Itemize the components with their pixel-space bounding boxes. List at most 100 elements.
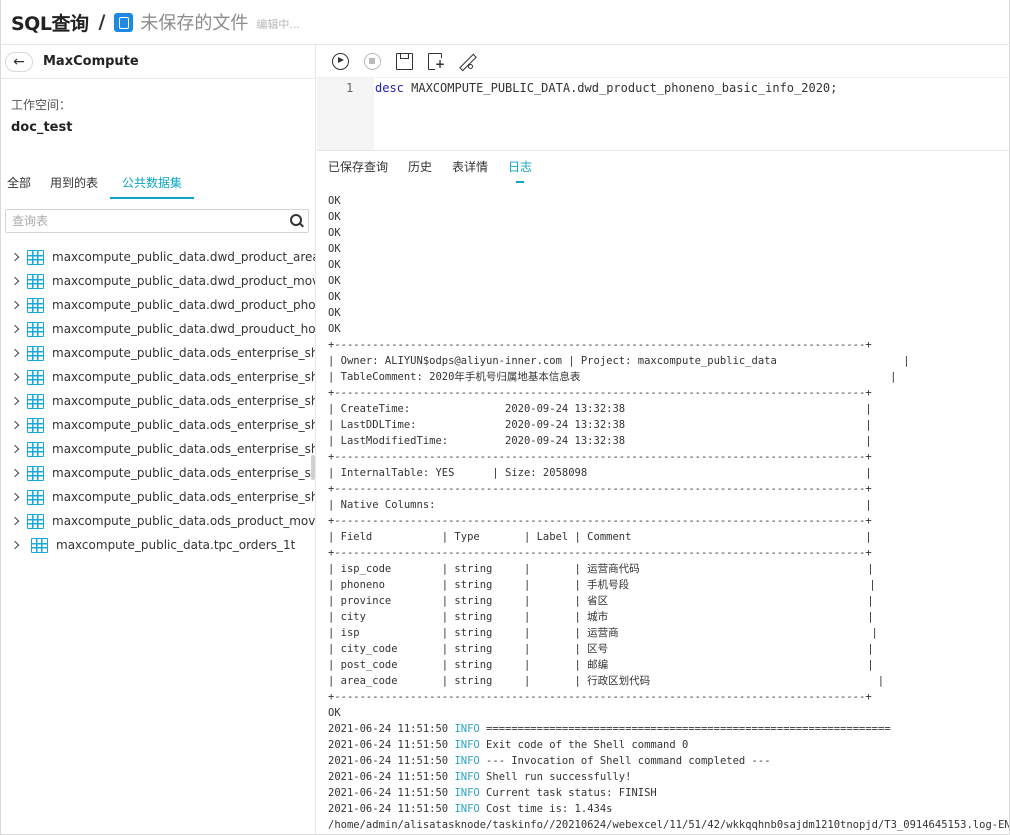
chevron-right-icon[interactable] bbox=[12, 491, 18, 504]
table-name: maxcompute_public_data.ods_enterprise_sh… bbox=[52, 370, 316, 384]
log-line: OK bbox=[328, 323, 341, 335]
log-info-line: 2021-06-24 11:51:50 INFO --- Invocation … bbox=[328, 753, 1009, 769]
format-icon[interactable] bbox=[457, 53, 475, 70]
chevron-right-icon[interactable] bbox=[12, 443, 18, 456]
table-icon bbox=[27, 321, 44, 337]
chevron-right-icon[interactable] bbox=[12, 515, 18, 528]
table-tree-item[interactable]: maxcompute_public_data.ods_product_movie… bbox=[0, 509, 316, 533]
table-icon bbox=[27, 417, 44, 433]
log-line: | Native Columns: | bbox=[328, 499, 872, 511]
table-icon bbox=[27, 393, 44, 409]
log-line: +---------------------------------------… bbox=[328, 515, 872, 527]
log-info-line: 2021-06-24 11:51:50 INFO Current task st… bbox=[328, 785, 1009, 801]
log-line: OK bbox=[328, 243, 341, 255]
log-level: INFO bbox=[454, 755, 480, 767]
log-level: INFO bbox=[454, 803, 480, 815]
tab-logs[interactable]: 日志 bbox=[508, 152, 532, 183]
tab-saved-queries[interactable]: 已保存查询 bbox=[328, 152, 388, 183]
log-line: | InternalTable: YES | Size: 2058098 | bbox=[328, 467, 872, 479]
table-name: maxcompute_public_data.ods_enterprise_sh… bbox=[52, 394, 316, 408]
sql-statement: MAXCOMPUTE_PUBLIC_DATA.dwd_product_phone… bbox=[403, 81, 838, 95]
table-tree-item[interactable]: maxcompute_public_data.ods_enterprise_sh… bbox=[0, 341, 315, 365]
table-tree-item[interactable]: maxcompute_public_data.ods_enterprise_sh… bbox=[0, 413, 315, 437]
table-tree-item[interactable]: maxcompute_public_data.dwd_product_areac… bbox=[0, 245, 315, 269]
run-icon[interactable] bbox=[332, 52, 349, 70]
log-line: | phoneno | string | | 手机号段 | bbox=[328, 579, 876, 591]
log-level: INFO bbox=[454, 723, 480, 735]
sql-editor[interactable]: 1 desc MAXCOMPUTE_PUBLIC_DATA.dwd_produc… bbox=[317, 78, 1009, 151]
code-line[interactable]: desc MAXCOMPUTE_PUBLIC_DATA.dwd_product_… bbox=[375, 81, 837, 95]
sidebar: ← MaxCompute 工作空间： doc_test 全部 用到的表 公共数据… bbox=[0, 45, 316, 835]
log-message: Cost time is: 1.434s bbox=[479, 803, 613, 815]
table-name: maxcompute_public_data.ods_product_movie… bbox=[52, 514, 316, 528]
tab-public-datasets[interactable]: 公共数据集 bbox=[110, 174, 195, 199]
table-tree-item[interactable]: maxcompute_public_data.ods_enterprise_sh… bbox=[0, 485, 316, 509]
stop-icon[interactable] bbox=[364, 52, 381, 70]
log-level: INFO bbox=[454, 787, 480, 799]
table-icon bbox=[27, 369, 44, 385]
line-gutter: 1 bbox=[317, 78, 374, 150]
table-tree-item[interactable]: maxcompute_public_data.ods_enterprise_sh… bbox=[0, 389, 316, 413]
table-tree-item[interactable]: maxcompute_public_data.dwd_prouduct_hous… bbox=[0, 317, 316, 341]
search-icon[interactable] bbox=[286, 210, 308, 232]
tab-table-details[interactable]: 表详情 bbox=[452, 152, 488, 183]
table-name: maxcompute_public_data.ods_enterprise_sh… bbox=[52, 490, 316, 504]
sidebar-tabs: 全部 用到的表 公共数据集 bbox=[0, 174, 315, 200]
log-line: +---------------------------------------… bbox=[328, 691, 872, 703]
tab-history[interactable]: 历史 bbox=[408, 152, 432, 183]
new-file-icon[interactable] bbox=[428, 52, 446, 70]
log-message: Exit code of the Shell command 0 bbox=[479, 739, 689, 751]
log-timestamp: 2021-06-24 11:51:50 bbox=[328, 723, 449, 735]
chevron-right-icon[interactable] bbox=[12, 467, 18, 480]
chevron-right-icon[interactable] bbox=[12, 419, 18, 432]
log-line: OK bbox=[328, 707, 341, 719]
table-tree-item[interactable]: maxcompute_public_data.ods_enterprise_sh… bbox=[0, 461, 316, 485]
page-header: SQL查询 / 未保存的文件 编辑中... bbox=[0, 0, 1010, 45]
log-line: OK bbox=[328, 259, 341, 271]
chevron-right-icon[interactable] bbox=[12, 323, 18, 336]
line-number: 1 bbox=[346, 81, 354, 95]
table-name: maxcompute_public_data.dwd_prouduct_hous… bbox=[52, 322, 316, 336]
table-tree-item[interactable]: maxcompute_public_data.ods_enterprise_sh… bbox=[0, 365, 316, 389]
chevron-right-icon[interactable] bbox=[12, 539, 22, 552]
log-line: | post_code | string | | 邮编 | bbox=[328, 659, 874, 671]
chevron-right-icon[interactable] bbox=[12, 347, 18, 360]
table-search bbox=[5, 209, 309, 233]
chevron-right-icon[interactable] bbox=[12, 275, 18, 288]
log-line: OK bbox=[328, 227, 341, 239]
log-timestamp: 2021-06-24 11:51:50 bbox=[328, 803, 449, 815]
table-name: maxcompute_public_data.ods_enterprise_sh… bbox=[52, 466, 316, 480]
tab-used-tables[interactable]: 用到的表 bbox=[43, 174, 105, 199]
log-info-line: 2021-06-24 11:51:50 INFO Exit code of th… bbox=[328, 737, 1009, 753]
save-icon[interactable] bbox=[396, 52, 413, 70]
sidebar-scrollbar[interactable] bbox=[311, 455, 315, 480]
chevron-right-icon[interactable] bbox=[12, 251, 18, 264]
editor-toolbar bbox=[317, 45, 1009, 78]
table-icon bbox=[27, 345, 44, 361]
table-tree-item[interactable]: maxcompute_public_data.dwd_product_movie bbox=[0, 269, 315, 293]
table-name: maxcompute_public_data.dwd_product_phone… bbox=[52, 298, 316, 312]
log-line: | isp_code | string | | 运营商代码 | bbox=[328, 563, 874, 575]
table-tree-item[interactable]: maxcompute_public_data.dwd_product_phone… bbox=[0, 293, 316, 317]
log-line: | province | string | | 省区 | bbox=[328, 595, 874, 607]
log-line: | Field | Type | Label | Comment | bbox=[328, 531, 872, 543]
project-name: MaxCompute bbox=[43, 54, 139, 69]
workspace-label: 工作空间： bbox=[11, 98, 72, 112]
file-icon bbox=[114, 12, 134, 32]
tab-all[interactable]: 全部 bbox=[0, 174, 38, 199]
file-name[interactable]: 未保存的文件 bbox=[140, 9, 248, 35]
search-input[interactable] bbox=[6, 211, 286, 231]
table-tree-item[interactable]: maxcompute_public_data.tpc_orders_1t bbox=[0, 533, 315, 557]
table-icon bbox=[27, 489, 44, 505]
chevron-right-icon[interactable] bbox=[12, 299, 18, 312]
chevron-right-icon[interactable] bbox=[12, 371, 18, 384]
back-button[interactable]: ← bbox=[5, 51, 33, 72]
log-line: | LastModifiedTime: 2020-09-24 13:32:38 … bbox=[328, 435, 872, 447]
table-name: maxcompute_public_data.ods_enterprise_sh… bbox=[52, 442, 316, 456]
table-tree-item[interactable]: maxcompute_public_data.ods_enterprise_sh… bbox=[0, 437, 316, 461]
table-icon bbox=[27, 297, 44, 313]
log-line: OK bbox=[328, 291, 341, 303]
log-line: | TableComment: 2020年手机号归属地基本信息表 | bbox=[328, 371, 897, 383]
chevron-right-icon[interactable] bbox=[12, 395, 18, 408]
breadcrumb-separator: / bbox=[98, 11, 106, 33]
